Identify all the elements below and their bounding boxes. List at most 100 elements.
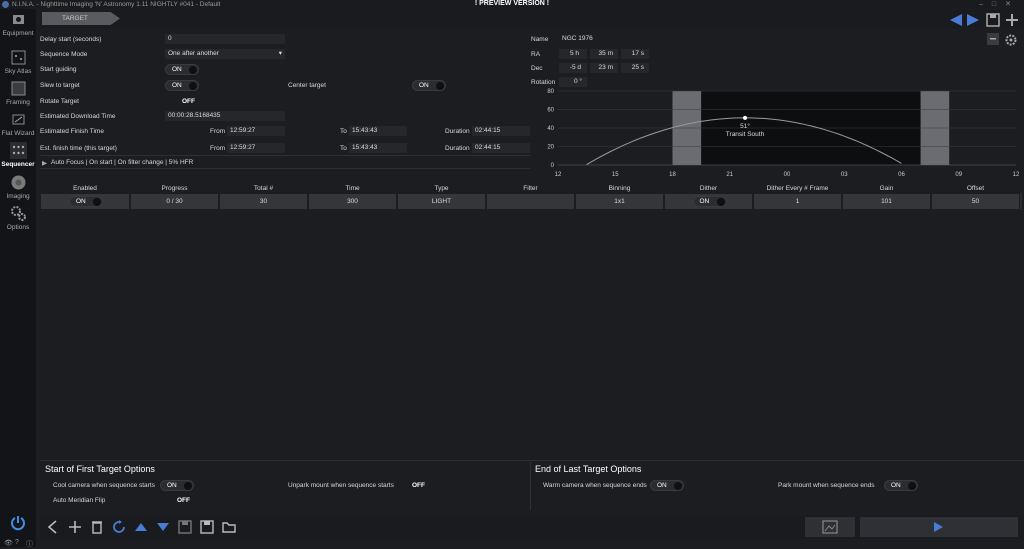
center-target-toggle[interactable]: ON (412, 80, 446, 91)
column-header-enabled: Enabled (73, 185, 97, 192)
y-tick-80: 80 (547, 89, 554, 95)
cell-enabled[interactable]: ON (40, 193, 130, 210)
cell-total[interactable]: 30 (219, 193, 308, 210)
expand-arrow-icon[interactable]: ▶ (42, 159, 47, 167)
x-tick-0: 12 (555, 172, 562, 178)
est-download-label: Estimated Download Time (40, 113, 116, 120)
delete-icon[interactable] (89, 519, 105, 535)
cell-progress[interactable]: 0 / 30 (130, 193, 219, 210)
ra-hours-input[interactable]: 5 h (559, 49, 587, 59)
cell-binning[interactable]: 1x1 (575, 193, 664, 210)
y-tick-60: 60 (547, 108, 554, 114)
add-target-icon[interactable] (1004, 12, 1020, 28)
dec-minutes-input[interactable]: 23 m (590, 63, 618, 73)
unpark-label: Unpark mount when sequence starts (288, 482, 394, 489)
dec-degrees-input[interactable]: -5 d (559, 63, 587, 73)
column-header-binning: Binning (608, 185, 631, 192)
start-options-title: Start of First Target Options (45, 464, 155, 474)
back-arrow-icon[interactable] (45, 519, 61, 535)
rotate-target-toggle[interactable]: OFF (165, 96, 199, 107)
flat-wizard-icon (12, 114, 24, 125)
sidebar-item-imaging[interactable]: Imaging (0, 174, 36, 200)
rotate-target-label: Rotate Target (40, 98, 79, 105)
cell-dither-every[interactable]: 1 (753, 193, 842, 210)
unpark-toggle[interactable]: OFF (395, 480, 429, 491)
slew-to-target-label: Slew to target (40, 82, 80, 89)
add-row-icon[interactable] (67, 519, 83, 535)
est-this-from-label: From (210, 145, 226, 152)
previous-arrow-icon[interactable] (948, 12, 964, 28)
autofocus-summary[interactable]: Auto Focus | On start | On filter change… (51, 159, 193, 166)
meridian-flip-toggle[interactable]: OFF (160, 495, 194, 506)
x-tick-5: 03 (841, 172, 848, 178)
cell-gain[interactable]: 101 (842, 193, 931, 210)
cell-type[interactable]: LIGHT (397, 193, 486, 210)
park-mount-toggle[interactable]: ON (884, 480, 918, 491)
delay-start-input[interactable]: 0 (165, 34, 285, 44)
cool-camera-toggle[interactable]: ON (160, 480, 194, 491)
end-options-title: End of Last Target Options (535, 464, 642, 474)
meridian-flip-label: Auto Meridian Flip (53, 497, 106, 504)
transit-altitude-label: 51° (740, 122, 750, 130)
gears-icon (10, 206, 26, 221)
slew-to-target-toggle[interactable]: ON (165, 80, 199, 91)
est-finish-label: Estimated Finish Time (40, 128, 104, 135)
save-icon[interactable] (985, 12, 1001, 28)
power-icon[interactable] (9, 514, 27, 532)
target-name-label: Name (531, 36, 549, 43)
sidebar-item-framing[interactable]: Framing (0, 80, 36, 106)
est-finish-to-value: 15:43:43 (349, 126, 407, 136)
info-icon[interactable]: ⓘ (26, 539, 33, 549)
sidebar-item-flat-wizard[interactable]: Flat Wizard (0, 111, 36, 137)
tab-bar (40, 10, 1024, 28)
park-mount-label: Park mount when sequence ends (778, 482, 875, 489)
move-down-icon[interactable] (155, 519, 171, 535)
save-as-icon[interactable] (199, 519, 215, 535)
sidebar-item-sequencer[interactable]: Sequencer (0, 142, 36, 168)
sidebar-item-equipment[interactable]: Equipment (0, 11, 36, 37)
y-tick-40: 40 (547, 126, 554, 132)
cell-time[interactable]: 300 (308, 193, 397, 210)
target-name-input[interactable]: NGC 1976 (559, 34, 981, 44)
tab-target[interactable]: TARGET (42, 12, 120, 25)
window-controls[interactable]: –□✕ (979, 0, 1020, 8)
visibility-icon[interactable]: 👁 (4, 539, 13, 547)
options-divider (40, 460, 1024, 461)
dec-seconds-input[interactable]: 25 s (621, 63, 649, 73)
x-tick-1: 15 (612, 172, 619, 178)
sequencer-icon (9, 142, 27, 159)
x-tick-8: 12 (1013, 172, 1020, 178)
autofocus-divider (40, 155, 530, 156)
save-sequence-icon[interactable] (177, 519, 193, 535)
cell-offset[interactable]: 50 (931, 193, 1020, 210)
sequence-mode-label: Sequence Mode (40, 51, 88, 58)
sidebar-item-sky-atlas[interactable]: Sky Atlas (0, 49, 36, 75)
help-icon[interactable]: ? (15, 539, 19, 546)
start-guiding-toggle[interactable]: ON (165, 64, 199, 75)
gear-icon[interactable] (1004, 33, 1018, 47)
est-finish-duration-value: 02:44:15 (472, 126, 530, 136)
cell-dither[interactable]: ON (664, 193, 753, 210)
image-history-button[interactable] (805, 517, 855, 537)
ra-seconds-input[interactable]: 17 s (621, 49, 649, 59)
sidebar-item-options[interactable]: Options (0, 205, 36, 231)
warm-camera-toggle[interactable]: ON (650, 480, 684, 491)
start-sequence-button[interactable] (860, 517, 1018, 537)
cool-camera-label: Cool camera when sequence starts (53, 482, 155, 489)
column-header-dither-every: Dither Every # Frame (766, 185, 829, 192)
target-menu-icon[interactable] (987, 33, 999, 45)
est-finish-to-label: To (340, 128, 347, 135)
center-target-label: Center target (288, 82, 326, 89)
dither-toggle[interactable]: ON (692, 196, 727, 207)
ra-minutes-input[interactable]: 35 m (590, 49, 618, 59)
move-up-icon[interactable] (133, 519, 149, 535)
column-header-gain: Gain (879, 185, 894, 192)
next-arrow-icon[interactable] (965, 12, 981, 28)
reset-icon[interactable] (111, 519, 127, 535)
rotation-input[interactable]: 0 ° (559, 77, 587, 87)
sequence-mode-select[interactable]: One after another ▾ (165, 49, 285, 59)
enabled-toggle[interactable]: ON (69, 196, 103, 207)
transit-caption: Transit South (726, 131, 765, 138)
cell-filter[interactable] (486, 193, 575, 210)
open-folder-icon[interactable] (221, 519, 237, 535)
